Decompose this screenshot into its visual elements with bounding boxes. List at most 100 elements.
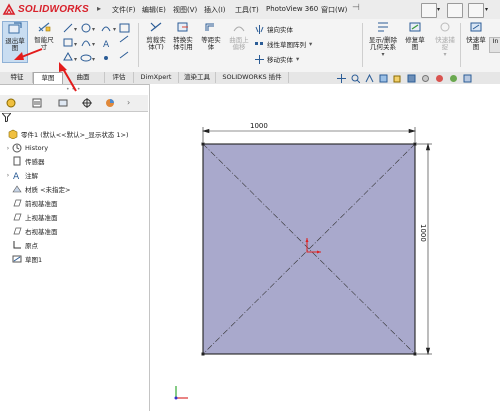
linear-pattern-button[interactable]: 线性草图阵列 ▾: [255, 39, 312, 49]
tab-dimxpert[interactable]: DimXpert: [134, 72, 179, 83]
tree-root-part[interactable]: 零件1 (默认<<默认>_显示状态 1>): [0, 128, 148, 140]
tree-item-sketch1[interactable]: 草图1: [0, 253, 148, 265]
tree-item-top-plane[interactable]: 上视基准面: [0, 211, 148, 223]
feature-manager-tab-icon[interactable]: [6, 98, 16, 108]
repair-sketch-label: 修复草 图: [405, 36, 425, 51]
trim-icon: [150, 22, 162, 32]
previous-view-icon[interactable]: [365, 74, 374, 83]
smart-dimension-button[interactable]: 智能尺 寸: [31, 21, 57, 61]
tree-label-origin: 原点: [25, 242, 38, 250]
hide-show-items-icon[interactable]: [421, 74, 430, 83]
repair-sketch-icon: [409, 22, 421, 32]
trim-label: 剪裁实 体(T): [146, 36, 166, 51]
tree-item-front-plane[interactable]: 前视基准面: [0, 197, 148, 209]
arc-tool-icon: [81, 40, 91, 47]
quick-snaps-button[interactable]: 快速捕 捉 ▾: [432, 21, 458, 65]
open-icon[interactable]: [447, 3, 463, 18]
menu-window[interactable]: 窗口(W): [321, 5, 347, 15]
menu-tools[interactable]: 工具(T): [235, 5, 259, 15]
tree-item-history[interactable]: › History: [0, 142, 148, 154]
sketch-tools-grid[interactable]: ▾ ▾ ▾ ▾ ▾ A ▾ ▾: [62, 22, 137, 68]
svg-text:▾: ▾: [74, 26, 77, 33]
move-label: 移动实体: [267, 56, 293, 64]
offset-entities-button[interactable]: 等距实 体: [198, 21, 224, 61]
apply-scene-icon[interactable]: [449, 74, 458, 83]
menu-file[interactable]: 文件(F): [112, 5, 136, 15]
zoom-to-fit-icon[interactable]: [337, 74, 346, 83]
svg-text:▾: ▾: [74, 41, 77, 48]
configuration-manager-tab-icon[interactable]: [58, 98, 68, 108]
tree-item-annotations[interactable]: › A 注解: [0, 169, 148, 181]
expand-icon[interactable]: ›: [4, 145, 12, 152]
exit-sketch-button[interactable]: 退出草 图: [2, 21, 28, 63]
menu-insert[interactable]: 插入(I): [204, 5, 226, 15]
new-dropdown-icon[interactable]: ▾: [437, 6, 440, 13]
zoom-to-area-icon[interactable]: [351, 74, 360, 83]
plane-icon: [13, 227, 22, 235]
mirror-entities-button[interactable]: 镜向实体: [255, 24, 293, 34]
ds-logo-icon: [2, 2, 16, 15]
new-document-icon[interactable]: [421, 3, 437, 18]
pin-icon[interactable]: ⊣: [352, 3, 360, 13]
linear-pattern-label: 线性草图阵列: [267, 41, 306, 49]
offset-on-surface-button[interactable]: 曲面上 偏移: [226, 21, 252, 61]
rapid-sketch-icon: [470, 22, 482, 32]
menu-edit[interactable]: 编辑(E): [142, 5, 166, 15]
tree-label-right-plane: 右视基准面: [25, 228, 58, 236]
origin-icon: [13, 241, 21, 249]
exit-sketch-label: 退出草 图: [5, 37, 25, 52]
move-dropdown-icon[interactable]: ▾: [296, 55, 299, 63]
graphics-area[interactable]: 1000 1000: [150, 84, 500, 411]
history-icon: [12, 143, 22, 153]
tab-features[interactable]: 特征: [2, 72, 33, 83]
edit-appearance-icon[interactable]: [435, 74, 444, 83]
smart-dimension-label: 智能尺 寸: [34, 36, 54, 51]
height-dimension-value[interactable]: 1000: [419, 224, 427, 242]
tab-sketch[interactable]: 草图: [33, 72, 63, 84]
save-dropdown-icon[interactable]: ▾: [485, 6, 488, 13]
tree-item-origin[interactable]: 原点: [0, 239, 148, 251]
view-orientation-icon[interactable]: [393, 74, 402, 83]
convert-entities-button[interactable]: 转换实 体引用: [170, 21, 196, 61]
tree-label-material: 材质 <未指定>: [25, 186, 71, 194]
move-icon: [255, 54, 264, 64]
save-icon[interactable]: [468, 3, 484, 18]
part-icon: [8, 129, 18, 139]
text-tool-icon: A: [103, 40, 110, 50]
tab-solidworks-addins[interactable]: SOLIDWORKS 插件: [216, 72, 289, 83]
tree-label-sensors: 传感器: [25, 158, 45, 166]
dimxpert-manager-tab-icon[interactable]: [82, 98, 92, 108]
tree-item-material[interactable]: 材质 <未指定>: [0, 183, 148, 195]
solidworks-logo[interactable]: SOLIDWORKS: [2, 2, 89, 17]
convert-label: 转换实 体引用: [173, 36, 193, 51]
linear-pattern-dropdown-icon[interactable]: ▾: [309, 40, 312, 48]
menu-expand-icon[interactable]: ▸: [97, 4, 107, 15]
show-delete-relations-label: 显示/删除 几何关系: [368, 36, 398, 51]
tree-label-front-plane: 前视基准面: [25, 200, 58, 208]
instant2d-button[interactable]: In: [489, 37, 500, 53]
tree-item-sensors[interactable]: 传感器: [0, 155, 148, 167]
svg-text:▾: ▾: [92, 56, 95, 63]
pane-expand-icon[interactable]: ›: [127, 98, 130, 107]
menu-view[interactable]: 视图(V): [173, 5, 197, 15]
display-style-icon[interactable]: [407, 74, 416, 83]
trim-entities-button[interactable]: 剪裁实 体(T): [143, 21, 169, 61]
section-view-icon[interactable]: [379, 74, 388, 83]
show-delete-relations-button[interactable]: 显示/删除 几何关系 ▾: [366, 21, 400, 65]
tree-item-right-plane[interactable]: 右视基准面: [0, 225, 148, 237]
sensor-icon: [13, 156, 21, 166]
expand-icon[interactable]: ›: [4, 172, 12, 179]
property-manager-tab-icon[interactable]: [32, 98, 42, 108]
tab-surfaces[interactable]: 曲面: [62, 72, 105, 83]
panel-grip[interactable]: • • •: [66, 86, 80, 93]
rapid-sketch-button[interactable]: 快速草 图: [463, 21, 489, 61]
tab-render-tools[interactable]: 渲染工具: [179, 72, 216, 83]
menu-photoview[interactable]: PhotoView 360: [266, 5, 318, 13]
move-entities-button[interactable]: 移动实体 ▾: [255, 54, 299, 64]
tab-evaluate[interactable]: 评估: [105, 72, 134, 83]
filter-icon[interactable]: [2, 113, 11, 122]
view-settings-icon[interactable]: [463, 74, 472, 83]
width-dimension-value[interactable]: 1000: [250, 122, 268, 130]
display-manager-tab-icon[interactable]: [105, 98, 115, 108]
repair-sketch-button[interactable]: 修复草 图: [402, 21, 428, 61]
